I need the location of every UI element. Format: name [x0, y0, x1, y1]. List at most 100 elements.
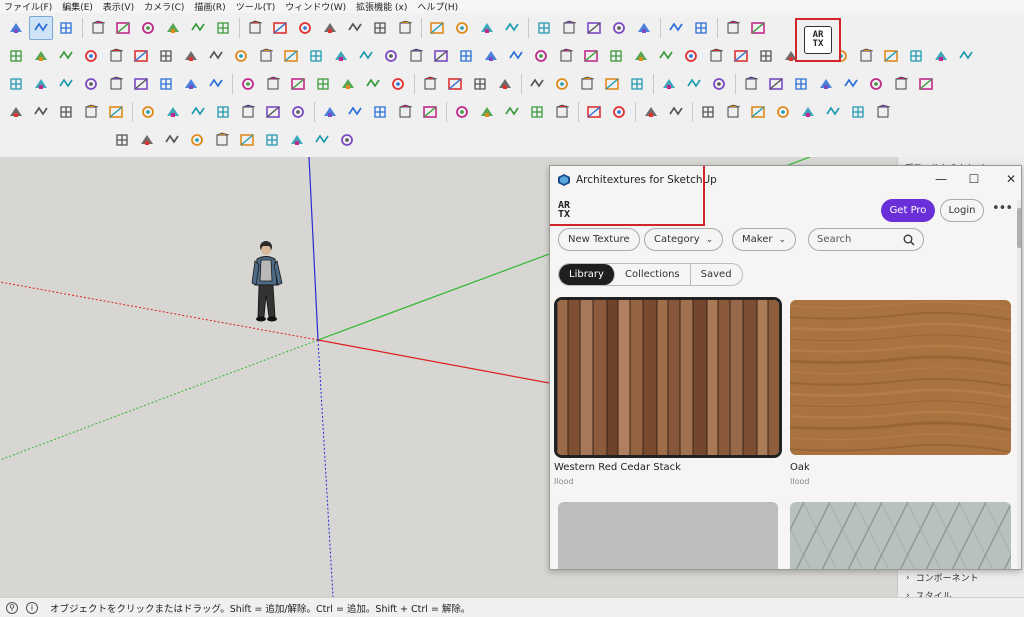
- tool-button[interactable]: [696, 100, 720, 124]
- tool-button[interactable]: [335, 128, 359, 152]
- tool-button[interactable]: [379, 44, 403, 68]
- tool-button[interactable]: [954, 44, 978, 68]
- tool-button[interactable]: [746, 100, 770, 124]
- tool-button[interactable]: [204, 72, 228, 96]
- tool-button[interactable]: [129, 72, 153, 96]
- tool-button[interactable]: [386, 72, 410, 96]
- tool-button[interactable]: [54, 72, 78, 96]
- tool-button[interactable]: [871, 100, 895, 124]
- tool-button[interactable]: [475, 16, 499, 40]
- geolocation-icon[interactable]: ⚲: [6, 601, 18, 614]
- tool-button[interactable]: [450, 100, 474, 124]
- tool-button[interactable]: [704, 44, 728, 68]
- category-dropdown[interactable]: Category ⌄: [644, 228, 724, 251]
- maximize-button[interactable]: ☐: [966, 172, 982, 186]
- tool-button[interactable]: [525, 72, 549, 96]
- tool-button[interactable]: [689, 16, 713, 40]
- tool-button[interactable]: [532, 16, 556, 40]
- tool-button[interactable]: [525, 100, 549, 124]
- tool-button[interactable]: [500, 100, 524, 124]
- tool-button[interactable]: [161, 100, 185, 124]
- info-icon[interactable]: i: [26, 601, 38, 614]
- tool-button[interactable]: [361, 72, 385, 96]
- tool-button[interactable]: [211, 100, 235, 124]
- tool-button[interactable]: [771, 100, 795, 124]
- tool-button[interactable]: [243, 16, 267, 40]
- menu-item[interactable]: 表示(V): [103, 0, 134, 13]
- tool-button[interactable]: [4, 44, 28, 68]
- tool-button[interactable]: [310, 128, 334, 152]
- tool-button[interactable]: [904, 44, 928, 68]
- tool-button[interactable]: [607, 100, 631, 124]
- tool-button[interactable]: [468, 72, 492, 96]
- tool-button[interactable]: [879, 44, 903, 68]
- tool-button[interactable]: [575, 72, 599, 96]
- get-pro-button[interactable]: Get Pro: [881, 199, 935, 222]
- tab-saved[interactable]: Saved: [691, 264, 742, 285]
- panel-scrollbar-track[interactable]: [1017, 200, 1021, 569]
- tool-button[interactable]: [343, 100, 367, 124]
- tool-button[interactable]: [268, 16, 292, 40]
- tool-button[interactable]: [604, 44, 628, 68]
- tool-button[interactable]: [104, 44, 128, 68]
- tool-button[interactable]: [260, 128, 284, 152]
- tool-button[interactable]: [235, 128, 259, 152]
- tool-button[interactable]: [179, 44, 203, 68]
- menu-item[interactable]: 編集(E): [62, 0, 93, 13]
- tool-button[interactable]: [632, 16, 656, 40]
- tool-button[interactable]: [329, 44, 353, 68]
- tool-button[interactable]: [557, 16, 581, 40]
- tool-button[interactable]: [29, 72, 53, 96]
- tool-button[interactable]: [454, 44, 478, 68]
- tool-button[interactable]: [136, 16, 160, 40]
- tool-button[interactable]: [54, 16, 78, 40]
- tool-button[interactable]: [285, 128, 309, 152]
- tool-button[interactable]: [261, 72, 285, 96]
- tool-button[interactable]: [664, 100, 688, 124]
- tool-button[interactable]: [657, 72, 681, 96]
- menu-item[interactable]: ツール(T): [236, 0, 276, 13]
- tool-button[interactable]: [211, 16, 235, 40]
- tool-button[interactable]: [236, 100, 260, 124]
- tool-button[interactable]: [929, 44, 953, 68]
- tool-button[interactable]: [914, 72, 938, 96]
- panel-titlebar[interactable]: Architextures for SketchUp: [550, 166, 1021, 194]
- tool-button[interactable]: [129, 44, 153, 68]
- tool-button[interactable]: [682, 72, 706, 96]
- tool-button[interactable]: [600, 72, 624, 96]
- tool-button[interactable]: [29, 44, 53, 68]
- tool-button[interactable]: [450, 16, 474, 40]
- tray-item-components[interactable]: › コンポーネント: [898, 569, 1024, 586]
- tool-button[interactable]: [160, 128, 184, 152]
- close-button[interactable]: ✕: [1003, 172, 1019, 186]
- search-input[interactable]: Search: [808, 228, 924, 251]
- tool-button[interactable]: [54, 100, 78, 124]
- tool-button[interactable]: [135, 128, 159, 152]
- tool-button[interactable]: [721, 16, 745, 40]
- tool-button[interactable]: [789, 72, 813, 96]
- menu-item[interactable]: カメラ(C): [144, 0, 184, 13]
- menu-item[interactable]: 拡張機能 (x): [356, 0, 407, 13]
- tool-button[interactable]: [368, 100, 392, 124]
- minimize-button[interactable]: —: [933, 172, 949, 186]
- tool-button[interactable]: [343, 16, 367, 40]
- tool-button[interactable]: [864, 72, 888, 96]
- tool-button[interactable]: [179, 72, 203, 96]
- tool-button[interactable]: [607, 16, 631, 40]
- tool-button[interactable]: [625, 72, 649, 96]
- tool-button[interactable]: [821, 100, 845, 124]
- tool-button[interactable]: [393, 100, 417, 124]
- search-tool-button[interactable]: [4, 16, 28, 40]
- menu-item[interactable]: 描画(R): [194, 0, 225, 13]
- menu-item[interactable]: ファイル(F): [4, 0, 52, 13]
- tool-button[interactable]: [286, 72, 310, 96]
- tool-button[interactable]: [582, 16, 606, 40]
- menu-item[interactable]: ウィンドウ(W): [285, 0, 346, 13]
- tool-button[interactable]: [889, 72, 913, 96]
- tool-button[interactable]: [4, 72, 28, 96]
- artx-extension-button[interactable]: AR TX: [804, 26, 832, 54]
- tool-button[interactable]: [54, 44, 78, 68]
- tool-button[interactable]: [579, 44, 603, 68]
- tool-button[interactable]: [475, 100, 499, 124]
- tool-button[interactable]: [286, 100, 310, 124]
